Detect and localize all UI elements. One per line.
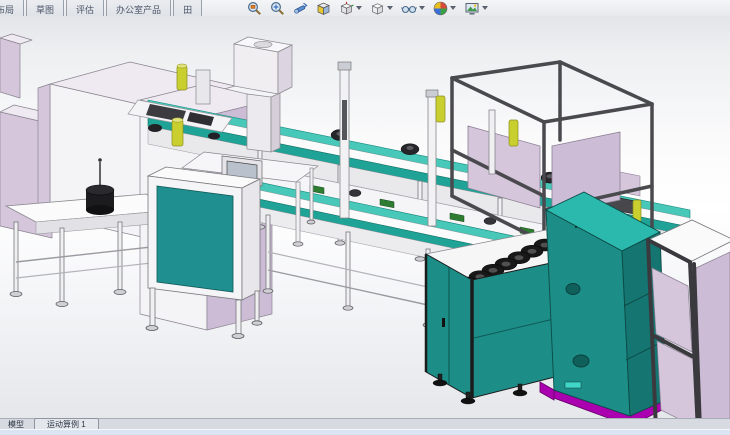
tab-layout[interactable]: 布局 — [0, 0, 24, 16]
display-style-dropdown[interactable] — [387, 6, 393, 10]
zoom-to-area-button[interactable] — [269, 0, 286, 16]
viewport-3d[interactable] — [0, 16, 730, 418]
zoom-to-area-icon — [270, 1, 285, 16]
tab-partial[interactable]: 田 — [173, 0, 202, 16]
apply-scene-button[interactable] — [463, 0, 489, 16]
hide-show-items-button[interactable] — [400, 0, 426, 16]
apply-scene-dropdown[interactable] — [482, 6, 488, 10]
edit-appearance-icon — [433, 1, 448, 16]
heads-up-view-toolbar — [246, 0, 489, 16]
rotate-view-icon — [293, 1, 308, 16]
apply-scene-icon — [464, 1, 480, 16]
rotate-view-button[interactable] — [292, 0, 309, 16]
teal-control-cabinet[interactable] — [540, 192, 666, 418]
view-orientation-button[interactable] — [338, 0, 363, 16]
3d-model-scene — [0, 16, 730, 418]
section-view-icon — [316, 1, 331, 16]
status-bar — [0, 429, 730, 435]
command-tabs: 布局 草图 评估 办公室产品 田 — [0, 0, 202, 16]
display-style-icon — [370, 1, 385, 16]
study-tab-bar: 模型 运动算例 1 — [0, 418, 730, 429]
hide-show-items-icon — [401, 1, 417, 16]
edit-appearance-dropdown[interactable] — [450, 6, 456, 10]
tab-office-products[interactable]: 办公室产品 — [106, 0, 171, 16]
command-manager-bar: 布局 草图 评估 办公室产品 田 — [0, 0, 730, 16]
zoom-to-fit-button[interactable] — [246, 0, 263, 16]
edit-appearance-button[interactable] — [432, 0, 457, 16]
view-orientation-dropdown[interactable] — [356, 6, 362, 10]
hide-show-dropdown[interactable] — [419, 6, 425, 10]
view-orientation-icon — [339, 1, 354, 16]
tab-evaluate[interactable]: 评估 — [66, 0, 104, 16]
zoom-to-fit-icon — [247, 1, 262, 16]
tab-model[interactable]: 模型 — [0, 420, 32, 429]
tab-sketch[interactable]: 草图 — [26, 0, 64, 16]
section-view-button[interactable] — [315, 0, 332, 16]
solidworks-window: 布局 草图 评估 办公室产品 田 — [0, 0, 730, 435]
display-style-button[interactable] — [369, 0, 394, 16]
